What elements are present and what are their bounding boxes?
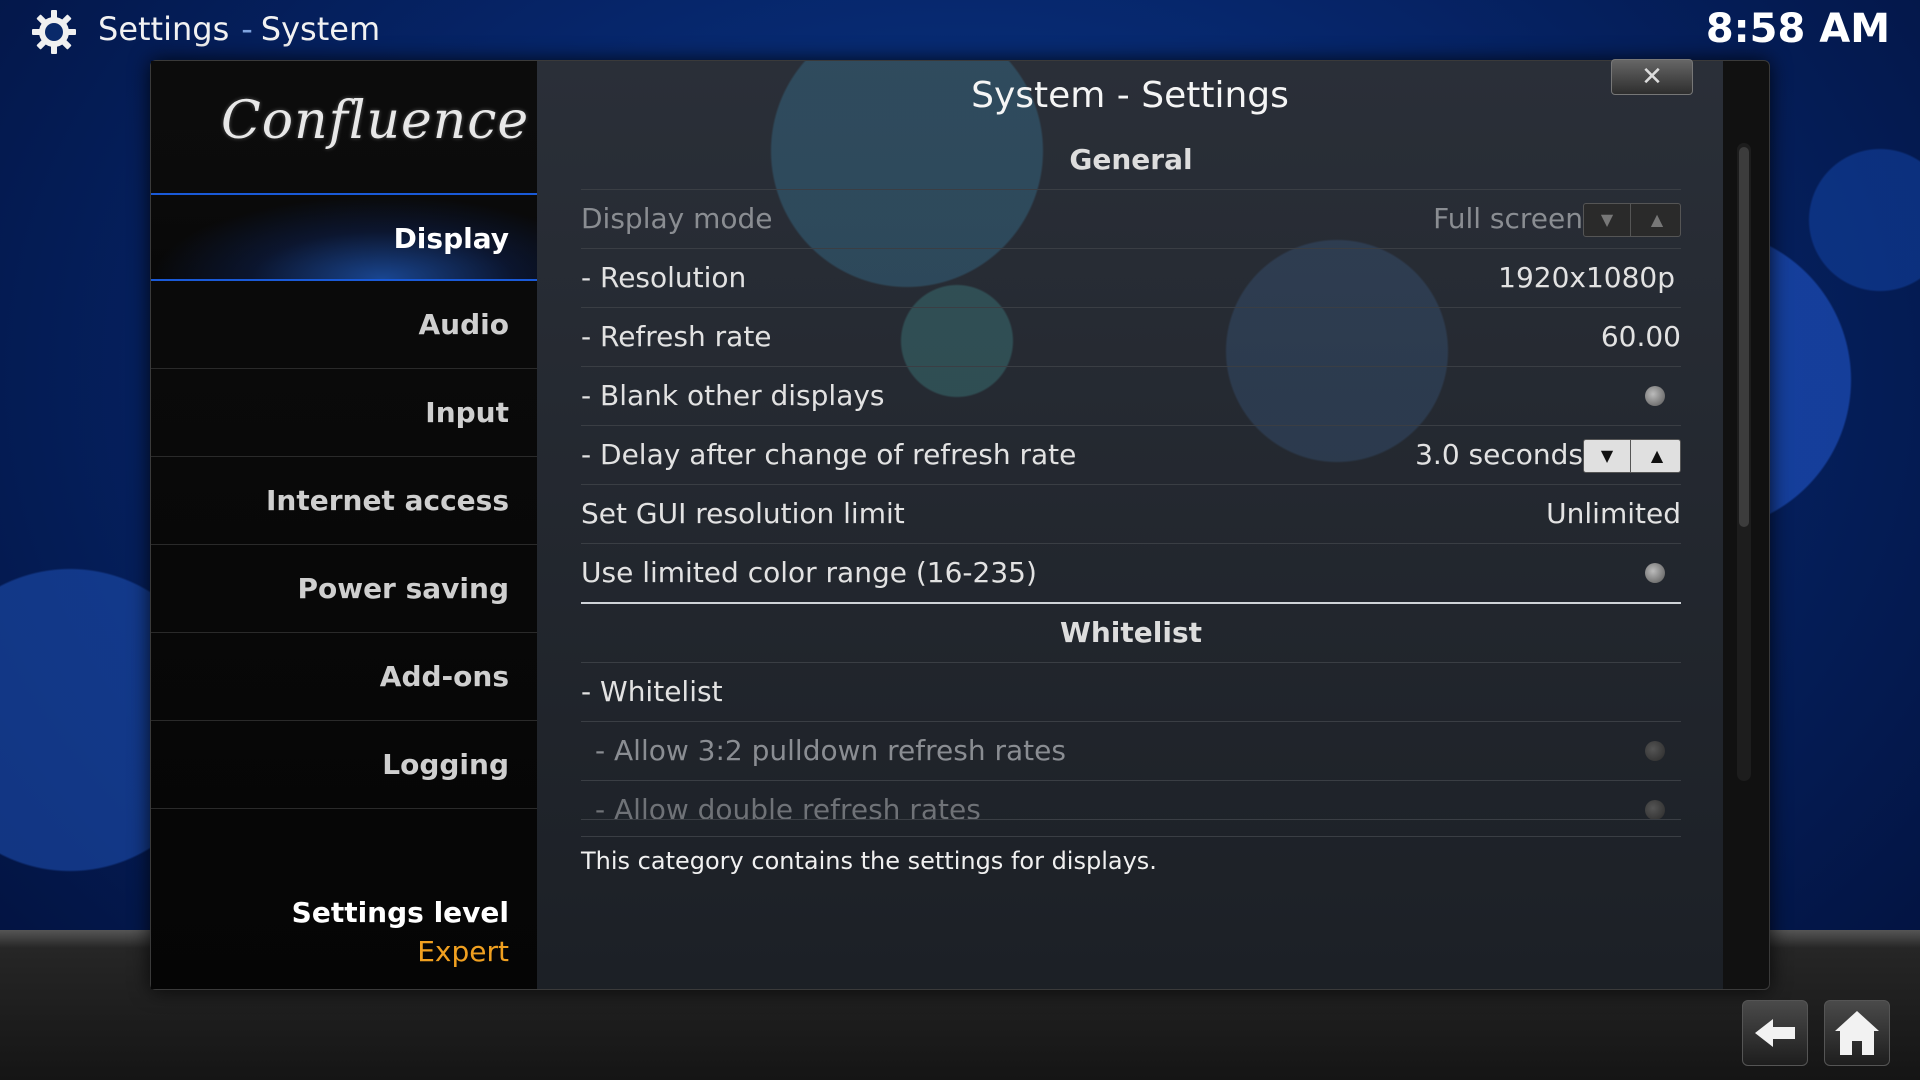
- setting-value: 60.00: [1600, 320, 1681, 353]
- delay-spinner[interactable]: ▼ ▲: [1583, 439, 1681, 473]
- sidebar: Confluence Display Audio Input Internet …: [151, 61, 537, 989]
- settings-dialog: Confluence Display Audio Input Internet …: [150, 59, 1770, 990]
- clock: 8:58 AM: [1705, 6, 1890, 52]
- sidebar-item-add-ons[interactable]: Add-ons: [151, 633, 537, 721]
- sidebar-item-internet-access[interactable]: Internet access: [151, 457, 537, 545]
- toggle-radio[interactable]: [1645, 800, 1665, 819]
- setting-label: - Whitelist: [581, 675, 723, 708]
- settings-level-value: Expert: [417, 935, 509, 968]
- setting-display-mode[interactable]: Display mode Full screen ▼ ▲: [581, 190, 1681, 249]
- setting-whitelist[interactable]: - Whitelist: [581, 663, 1681, 722]
- scrollbar-thumb[interactable]: [1739, 147, 1749, 527]
- chevron-down-icon[interactable]: ▼: [1584, 204, 1631, 236]
- setting-label: - Resolution: [581, 261, 747, 294]
- setting-resolution[interactable]: - Resolution 1920x1080p: [581, 249, 1681, 308]
- breadcrumb-section: Settings: [98, 10, 230, 48]
- setting-label: - Allow 3:2 pulldown refresh rates: [595, 734, 1066, 767]
- settings-list: General Display mode Full screen ▼ ▲ - R…: [581, 131, 1681, 820]
- back-arrow-icon: [1755, 1019, 1795, 1047]
- top-header: Settings - System 8:58 AM: [0, 0, 1920, 60]
- sidebar-item-audio[interactable]: Audio: [151, 281, 537, 369]
- back-button[interactable]: [1742, 1000, 1808, 1066]
- setting-blank-other-displays[interactable]: - Blank other displays: [581, 367, 1681, 426]
- breadcrumb-separator: -: [241, 10, 253, 48]
- category-description: This category contains the settings for …: [581, 836, 1681, 875]
- setting-value: 3.0 seconds: [1415, 438, 1583, 471]
- gear-icon: [32, 10, 76, 54]
- toggle-radio[interactable]: [1645, 741, 1665, 761]
- setting-label: - Refresh rate: [581, 320, 772, 353]
- setting-allow-pulldown[interactable]: - Allow 3:2 pulldown refresh rates: [581, 722, 1681, 781]
- setting-label: Set GUI resolution limit: [581, 497, 905, 530]
- setting-gui-resolution-limit[interactable]: Set GUI resolution limit Unlimited: [581, 485, 1681, 544]
- toggle-radio[interactable]: [1645, 563, 1665, 583]
- home-button[interactable]: [1824, 1000, 1890, 1066]
- group-header-general: General: [581, 131, 1681, 190]
- chevron-up-icon[interactable]: ▲: [1634, 440, 1680, 472]
- setting-refresh-rate[interactable]: - Refresh rate 60.00: [581, 308, 1681, 367]
- setting-value: Unlimited: [1546, 497, 1681, 530]
- chevron-down-icon[interactable]: ▼: [1584, 440, 1631, 472]
- confluence-logo: Confluence: [221, 91, 530, 151]
- sidebar-item-logging[interactable]: Logging: [151, 721, 537, 809]
- settings-level-button[interactable]: Settings level Expert: [292, 896, 509, 968]
- settings-level-label: Settings level: [291, 896, 509, 929]
- setting-limited-color-range[interactable]: Use limited color range (16-235): [581, 544, 1681, 604]
- chevron-up-icon[interactable]: ▲: [1634, 204, 1680, 236]
- setting-allow-double-rates[interactable]: - Allow double refresh rates: [581, 781, 1681, 820]
- setting-value: Full screen: [1433, 202, 1583, 235]
- home-icon: [1835, 1011, 1879, 1055]
- display-mode-spinner[interactable]: ▼ ▲: [1583, 203, 1681, 237]
- settings-content: System - Settings General Display mode F…: [537, 61, 1723, 989]
- breadcrumb-page: System: [260, 10, 381, 48]
- sidebar-item-input[interactable]: Input: [151, 369, 537, 457]
- setting-label: - Delay after change of refresh rate: [581, 438, 1077, 471]
- group-header-whitelist: Whitelist: [581, 604, 1681, 663]
- setting-label: Use limited color range (16-235): [581, 556, 1037, 589]
- setting-label: Display mode: [581, 202, 773, 235]
- setting-value: 1920x1080p: [1498, 261, 1675, 294]
- setting-label: - Allow double refresh rates: [595, 793, 981, 820]
- sidebar-nav: Display Audio Input Internet access Powe…: [151, 193, 537, 809]
- breadcrumb: Settings - System: [98, 10, 380, 48]
- sidebar-item-display[interactable]: Display: [151, 193, 537, 281]
- setting-label: - Blank other displays: [581, 379, 885, 412]
- dialog-title: System - Settings: [971, 75, 1289, 116]
- sidebar-item-power-saving[interactable]: Power saving: [151, 545, 537, 633]
- setting-delay-refresh[interactable]: - Delay after change of refresh rate 3.0…: [581, 426, 1681, 485]
- toggle-radio[interactable]: [1645, 386, 1665, 406]
- close-button[interactable]: ✕: [1611, 59, 1693, 95]
